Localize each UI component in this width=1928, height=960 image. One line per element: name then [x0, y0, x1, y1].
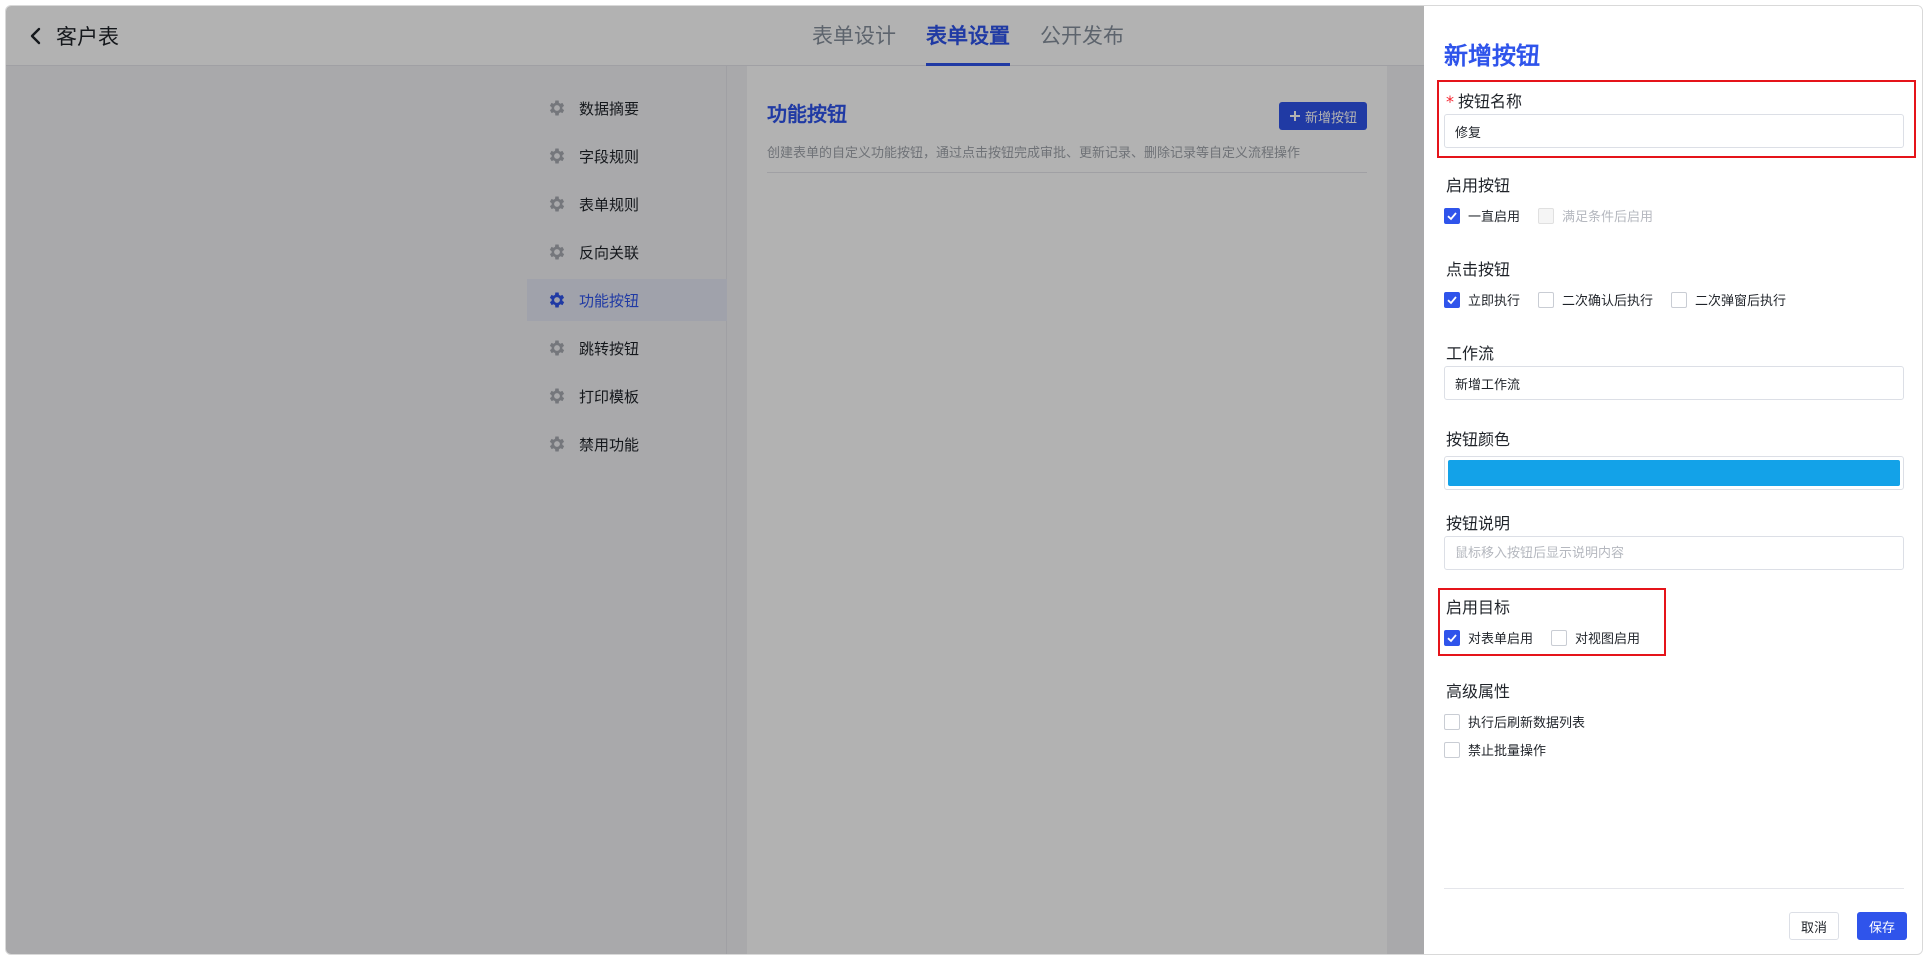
enable-options: 一直启用 满足条件后启用	[1444, 206, 1653, 225]
checkbox-checked	[1444, 207, 1460, 224]
checkbox-enable-for-view[interactable]: 对视图启用	[1551, 628, 1640, 647]
workflow-input[interactable]	[1444, 366, 1904, 400]
cancel-button[interactable]: 取消	[1789, 912, 1840, 940]
checkbox-unchecked	[1444, 741, 1460, 758]
checkbox-enable-for-form[interactable]: 对表单启用	[1444, 628, 1533, 647]
checkbox-confirm-then-execute[interactable]: 二次确认后执行	[1538, 290, 1653, 309]
checkbox-enable-on-condition[interactable]: 满足条件后启用	[1538, 206, 1653, 225]
workflow-label: 工作流	[1446, 344, 1495, 363]
target-options: 对表单启用 对视图启用	[1444, 628, 1640, 647]
drawer-title: 新增按钮	[1444, 42, 1540, 70]
enable-target-label: 启用目标	[1446, 598, 1511, 617]
button-color-picker[interactable]	[1444, 456, 1904, 490]
advanced-label: 高级属性	[1446, 682, 1511, 701]
checkbox-unchecked	[1444, 713, 1460, 730]
click-options: 立即执行 二次确认后执行 二次弹窗后执行	[1444, 290, 1786, 309]
button-color-label: 按钮颜色	[1446, 430, 1511, 449]
checkbox-disable-batch[interactable]: 禁止批量操作	[1444, 740, 1546, 759]
button-description-input[interactable]	[1444, 536, 1904, 570]
advanced-option-batch-row: 禁止批量操作	[1444, 740, 1546, 759]
modal-overlay[interactable]	[6, 6, 1424, 954]
check-icon	[1447, 211, 1457, 220]
required-marker: *	[1446, 92, 1454, 111]
enable-button-label: 启用按钮	[1446, 176, 1511, 195]
new-button-drawer: 新增按钮 *按钮名称 启用按钮 一直启用 满足条件后启用 点击按钮 立即执行	[1424, 6, 1922, 954]
check-icon	[1447, 295, 1457, 304]
checkbox-refresh-after-execute[interactable]: 执行后刷新数据列表	[1444, 712, 1585, 731]
click-button-label: 点击按钮	[1446, 260, 1511, 279]
button-name-input[interactable]	[1444, 114, 1904, 148]
button-description-label: 按钮说明	[1446, 514, 1511, 533]
checkbox-unchecked	[1538, 291, 1555, 308]
footer-divider	[1444, 888, 1904, 889]
button-name-label: * 按钮名称	[1446, 92, 1523, 111]
checkbox-always-enable[interactable]: 一直启用	[1444, 206, 1520, 225]
checkbox-checked	[1444, 291, 1460, 308]
checkbox-checked	[1444, 629, 1460, 646]
checkbox-unchecked	[1538, 207, 1555, 224]
checkbox-popup-then-execute[interactable]: 二次弹窗后执行	[1671, 290, 1786, 309]
checkbox-execute-immediately[interactable]: 立即执行	[1444, 290, 1520, 309]
save-button[interactable]: 保存	[1857, 912, 1908, 940]
checkbox-unchecked	[1671, 291, 1688, 308]
check-icon	[1447, 633, 1457, 642]
checkbox-unchecked	[1551, 629, 1568, 646]
advanced-option-refresh-row: 执行后刷新数据列表	[1444, 712, 1585, 731]
color-fill	[1448, 460, 1900, 486]
app-window: 客户表 表单设计 表单设置 公开发布 数据摘要 字段规则 表单规则 反向关联 功…	[5, 5, 1923, 955]
